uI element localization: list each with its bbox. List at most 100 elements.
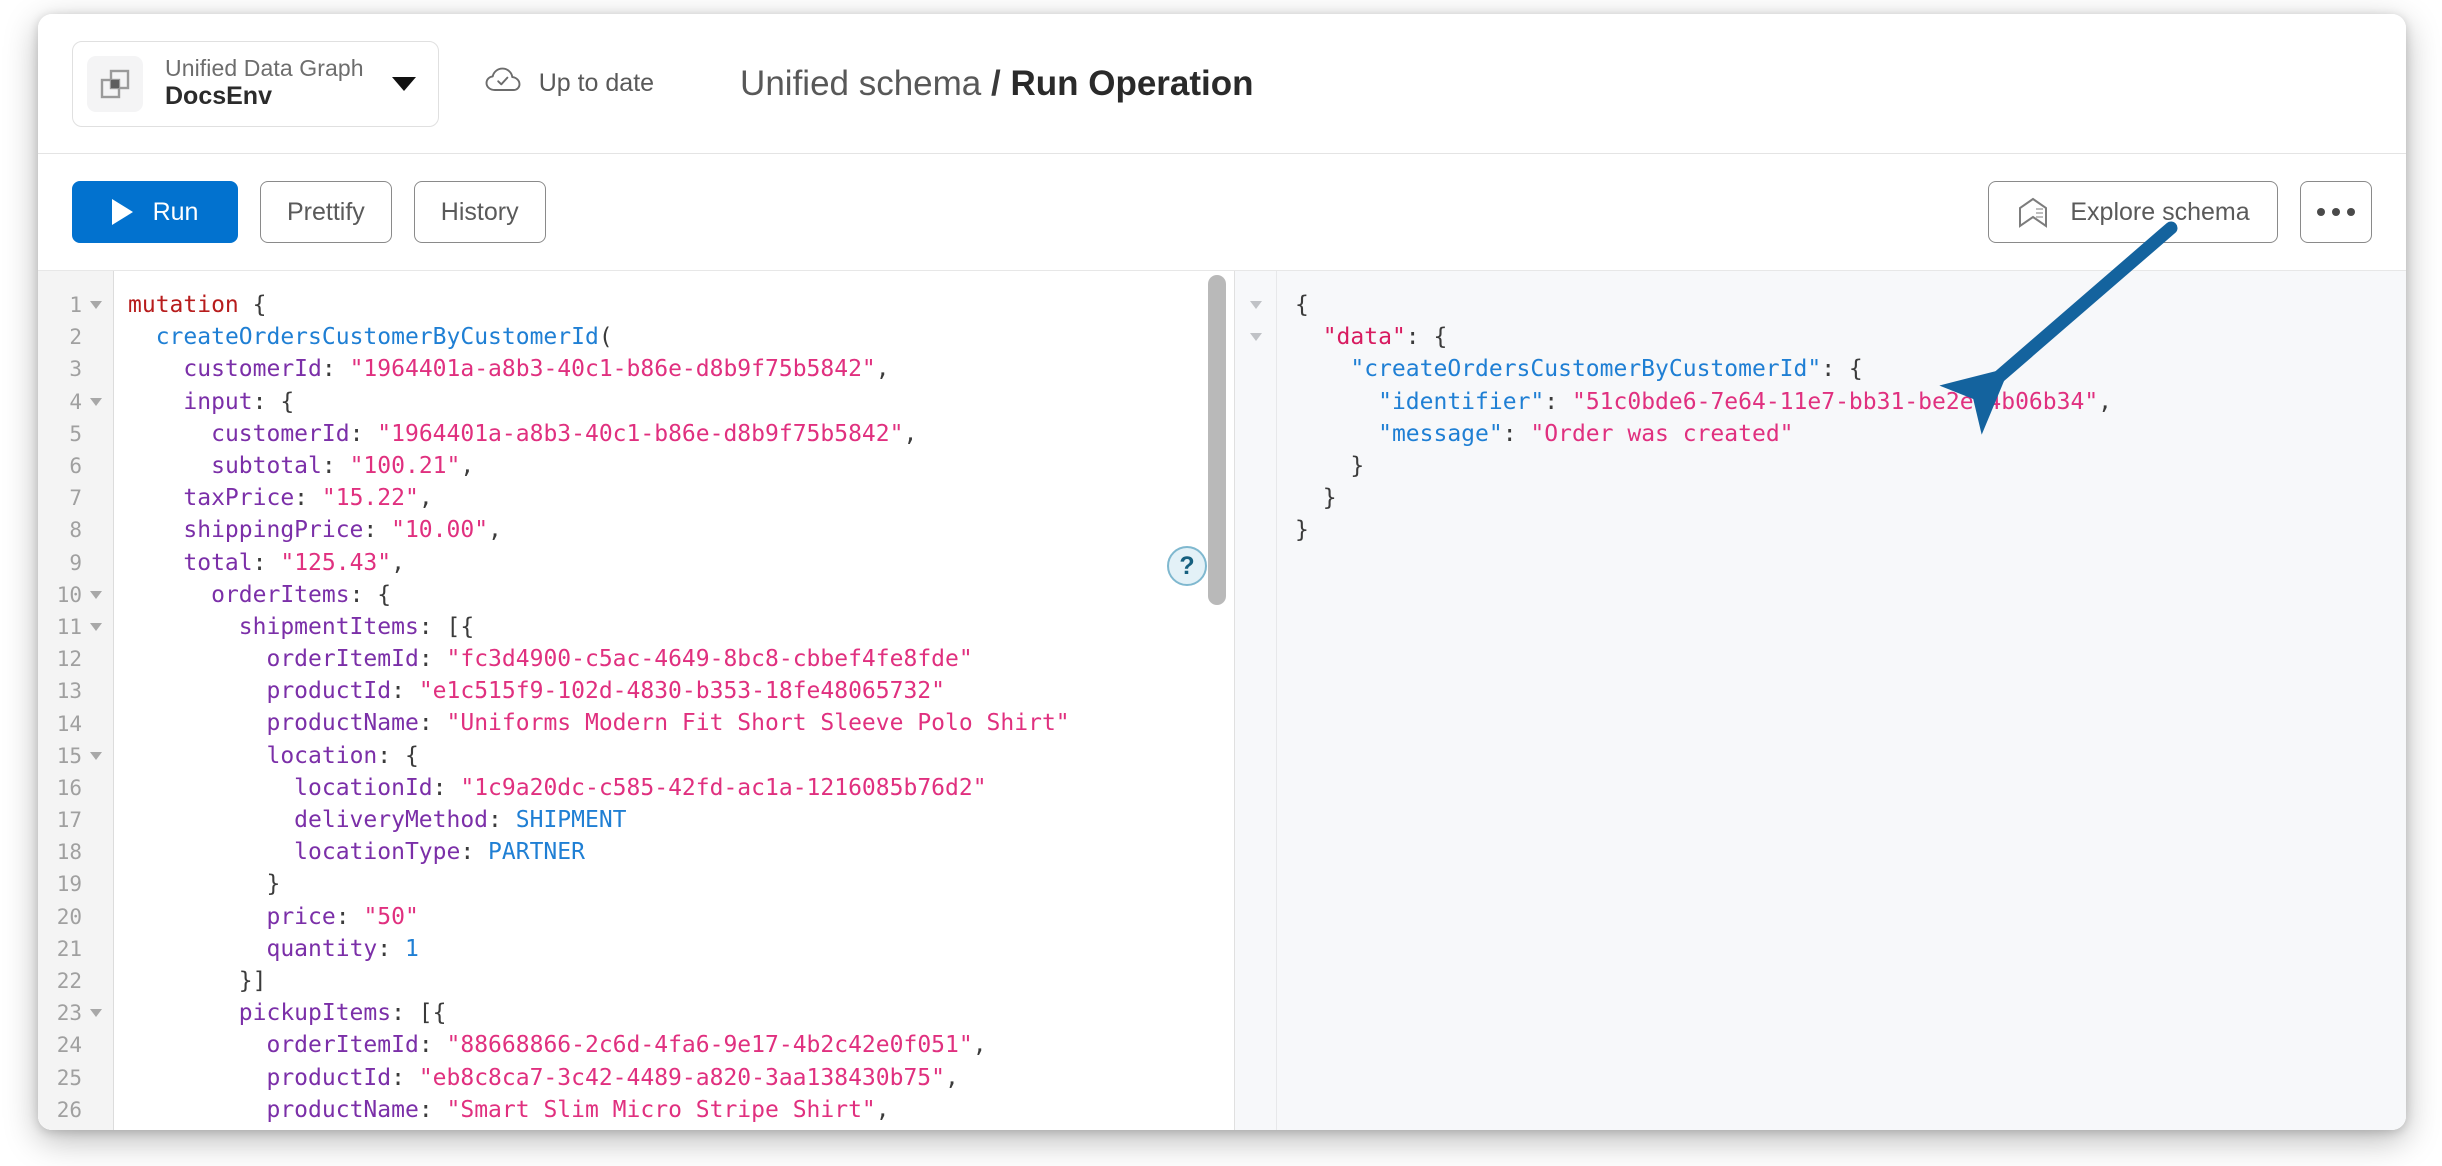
token-punc: , bbox=[391, 550, 405, 576]
response-pane: { "data": { "createOrdersCustomerByCusto… bbox=[1235, 271, 2406, 1130]
token-punc bbox=[128, 743, 266, 769]
fold-toggle-icon[interactable] bbox=[87, 623, 105, 631]
code-line[interactable]: shipmentItems: [{ bbox=[128, 611, 1234, 643]
token-str: "50" bbox=[363, 904, 418, 930]
token-punc: , bbox=[945, 1065, 959, 1091]
code-line[interactable]: orderItemId: "fc3d4900-c5ac-4649-8bc8-cb… bbox=[128, 643, 1234, 675]
code-line[interactable]: pickupItems: [{ bbox=[128, 997, 1234, 1029]
editor-scrollbar[interactable] bbox=[1208, 271, 1226, 1130]
code-line[interactable]: mutation { bbox=[128, 289, 1234, 321]
token-punc bbox=[128, 614, 239, 640]
token-str: "1964401a-a8b3-40c1-b86e-d8b9f75b5842" bbox=[377, 421, 903, 447]
token-field: subtotal bbox=[211, 453, 322, 479]
more-options-button[interactable] bbox=[2300, 181, 2372, 243]
response-line: "createOrdersCustomerByCustomerId": { bbox=[1295, 353, 2406, 385]
code-line[interactable]: productId: "e1c515f9-102d-4830-b353-18fe… bbox=[128, 675, 1234, 707]
code-line[interactable]: input: { bbox=[128, 386, 1234, 418]
token-punc bbox=[128, 517, 183, 543]
token-field: quantity bbox=[266, 936, 377, 962]
response-line: "identifier": "51c0bde6-7e64-11e7-bb31-b… bbox=[1295, 386, 2406, 418]
token-punc: : bbox=[433, 775, 461, 801]
code-line[interactable]: productName: "Uniforms Modern Fit Short … bbox=[128, 707, 1234, 739]
token-field: orderItemId bbox=[266, 646, 418, 672]
token-field: taxPrice bbox=[183, 485, 294, 511]
token-punc: : { bbox=[377, 743, 419, 769]
code-line[interactable]: shippingPrice: "10.00", bbox=[128, 514, 1234, 546]
token-punc: : bbox=[253, 550, 281, 576]
code-line[interactable]: locationId: "1c9a20dc-c585-42fd-ac1a-121… bbox=[128, 772, 1234, 804]
token-field: shippingPrice bbox=[183, 517, 363, 543]
code-line[interactable]: customerId: "1964401a-a8b3-40c1-b86e-d8b… bbox=[128, 418, 1234, 450]
fold-toggle-icon[interactable] bbox=[87, 591, 105, 599]
response-line: "message": "Order was created" bbox=[1295, 418, 2406, 450]
token-punc: : [{ bbox=[419, 614, 474, 640]
code-line[interactable]: total: "125.43", bbox=[128, 547, 1234, 579]
token-punc: : bbox=[336, 904, 364, 930]
token-punc: , bbox=[460, 453, 474, 479]
response-gutter-spacer bbox=[1235, 386, 1276, 418]
overlapping-squares-icon bbox=[87, 56, 143, 112]
play-icon bbox=[112, 199, 133, 225]
response-fold-toggle-icon[interactable] bbox=[1235, 321, 1276, 353]
history-button[interactable]: History bbox=[414, 181, 546, 243]
token-punc: : { bbox=[350, 582, 392, 608]
code-line[interactable]: location: { bbox=[128, 740, 1234, 772]
explore-schema-button[interactable]: Explore schema bbox=[1988, 181, 2278, 243]
sync-status: Up to date bbox=[485, 66, 654, 101]
app-window: Unified Data Graph DocsEnv Up to date Un… bbox=[38, 14, 2406, 1130]
operation-code[interactable]: mutation { createOrdersCustomerByCustome… bbox=[114, 271, 1234, 1130]
response-line: } bbox=[1295, 514, 2406, 546]
token-punc: : [{ bbox=[391, 1000, 446, 1026]
line-number: 4 bbox=[38, 386, 113, 418]
help-badge[interactable]: ? bbox=[1167, 546, 1207, 586]
line-number: 18 bbox=[38, 836, 113, 868]
code-line[interactable]: taxPrice: "15.22", bbox=[128, 482, 1234, 514]
main-split: 1234567891011121314151617181920212223242… bbox=[38, 270, 2406, 1130]
scrollbar-thumb[interactable] bbox=[1208, 275, 1226, 605]
token-field: input bbox=[183, 389, 252, 415]
code-line[interactable]: productName: "Smart Slim Micro Stripe Sh… bbox=[128, 1094, 1234, 1126]
response-gutter-spacer bbox=[1235, 353, 1276, 385]
line-number: 6 bbox=[38, 450, 113, 482]
response-fold-toggle-icon[interactable] bbox=[1235, 289, 1276, 321]
token-enum: SHIPMENT bbox=[516, 807, 627, 833]
code-line[interactable]: subtotal: "100.21", bbox=[128, 450, 1234, 482]
line-number: 10 bbox=[38, 579, 113, 611]
token-str: "Uniforms Modern Fit Short Sleeve Polo S… bbox=[447, 710, 1070, 736]
code-line[interactable]: deliveryMethod: SHIPMENT bbox=[128, 804, 1234, 836]
code-line[interactable]: createOrdersCustomerByCustomerId( bbox=[128, 321, 1234, 353]
response-gutter-spacer bbox=[1235, 482, 1276, 514]
code-line[interactable]: } bbox=[128, 868, 1234, 900]
code-line[interactable]: price: "50" bbox=[128, 901, 1234, 933]
graph-selector[interactable]: Unified Data Graph DocsEnv bbox=[72, 41, 439, 127]
token-punc: , bbox=[876, 1097, 890, 1123]
operation-editor-pane[interactable]: 1234567891011121314151617181920212223242… bbox=[38, 271, 1235, 1130]
code-line[interactable]: orderItemId: "88668866-2c6d-4fa6-9e17-4b… bbox=[128, 1029, 1234, 1061]
chevron-down-icon[interactable] bbox=[392, 77, 416, 91]
fold-toggle-icon[interactable] bbox=[87, 301, 105, 309]
cloud-check-icon bbox=[485, 66, 523, 101]
run-button[interactable]: Run bbox=[72, 181, 238, 243]
fold-toggle-icon[interactable] bbox=[87, 752, 105, 760]
code-line[interactable]: orderItems: { bbox=[128, 579, 1234, 611]
toolbar-right-group: Explore schema bbox=[1988, 181, 2372, 243]
token-str: "e1c515f9-102d-4830-b353-18fe48065732" bbox=[419, 678, 945, 704]
fold-toggle-icon[interactable] bbox=[87, 398, 105, 406]
response-token-punc: : { bbox=[1406, 324, 1448, 350]
token-punc: : bbox=[419, 1032, 447, 1058]
prettify-button[interactable]: Prettify bbox=[260, 181, 392, 243]
code-line[interactable]: productId: "eb8c8ca7-3c42-4489-a820-3aa1… bbox=[128, 1062, 1234, 1094]
line-number: 17 bbox=[38, 804, 113, 836]
line-number: 11 bbox=[38, 611, 113, 643]
code-line[interactable]: }] bbox=[128, 965, 1234, 997]
token-punc: : bbox=[322, 356, 350, 382]
fold-toggle-icon[interactable] bbox=[87, 1009, 105, 1017]
line-number: 3 bbox=[38, 353, 113, 385]
token-punc: : bbox=[419, 710, 447, 736]
token-punc: ( bbox=[599, 324, 613, 350]
code-line[interactable]: locationType: PARTNER bbox=[128, 836, 1234, 868]
code-line[interactable]: customerId: "1964401a-a8b3-40c1-b86e-d8b… bbox=[128, 353, 1234, 385]
token-str: "15.22" bbox=[322, 485, 419, 511]
line-number: 12 bbox=[38, 643, 113, 675]
code-line[interactable]: quantity: 1 bbox=[128, 933, 1234, 965]
